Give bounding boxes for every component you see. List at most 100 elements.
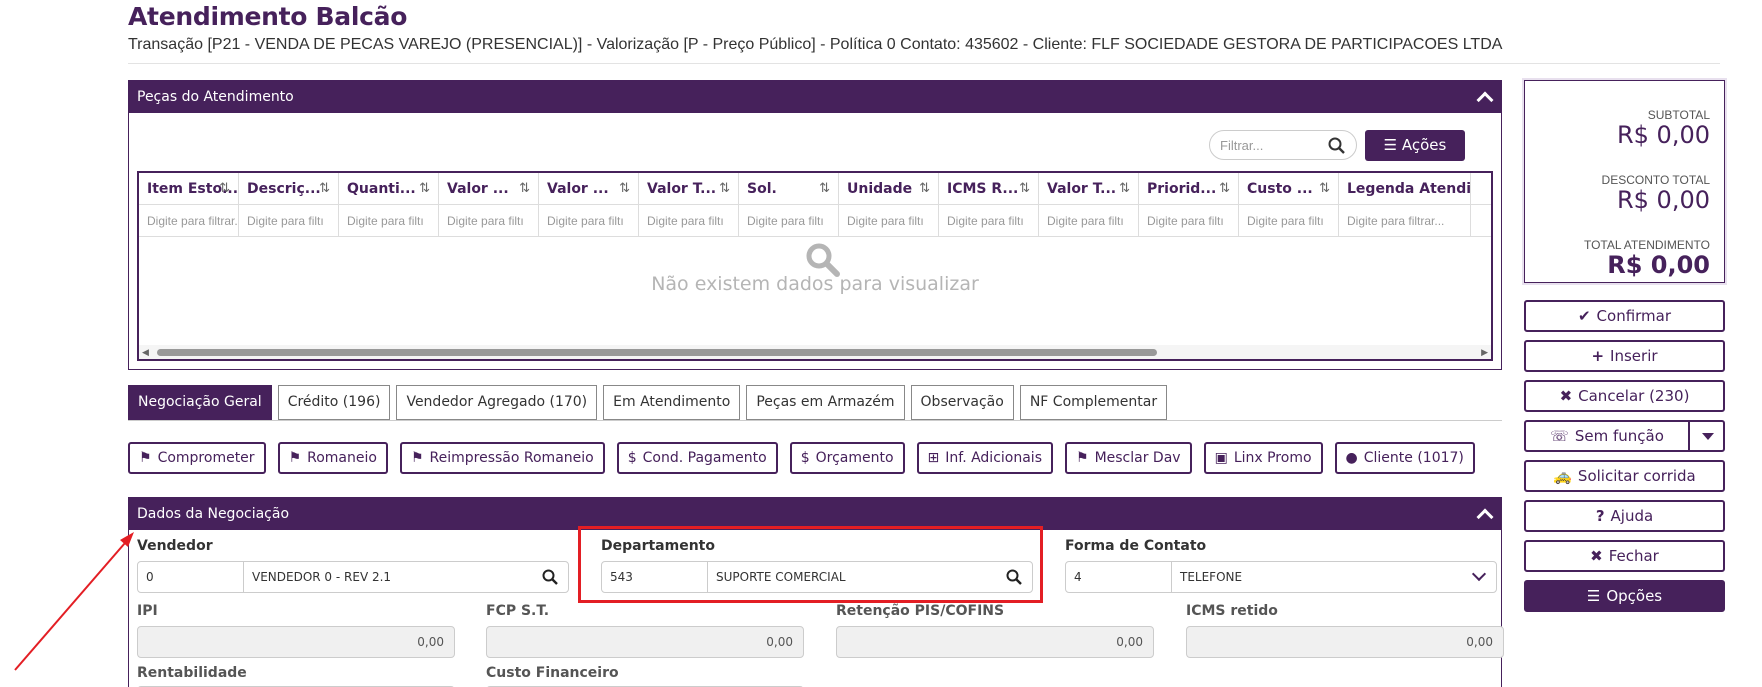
vendedor-desc: VENDEDOR 0 - REV 2.1 — [252, 570, 392, 584]
acoes-button[interactable]: ☰ Ações — [1365, 130, 1465, 161]
sort-icon[interactable]: ⇅ — [419, 173, 430, 204]
filter-placeholder: Filtrar... — [1220, 138, 1264, 153]
flag-icon: ⚑ — [139, 450, 152, 466]
search-icon[interactable] — [1328, 137, 1346, 155]
column-header[interactable]: Valor ... ⇅ — [539, 173, 639, 204]
column-filter-input[interactable]: Digite para filtı — [939, 205, 1039, 236]
sort-icon[interactable]: ⇅ — [319, 173, 330, 204]
column-filter-input[interactable]: Digite para filtı — [739, 205, 839, 236]
scroll-left-icon[interactable]: ◀ — [142, 347, 149, 358]
sem-funcao-button[interactable]: ☏ Sem função — [1524, 420, 1690, 452]
fcp-field: 0,00 — [486, 626, 804, 658]
column-filter-input[interactable]: Digite para filtı — [1139, 205, 1239, 236]
column-header[interactable]: Priorid... ⇅ — [1139, 173, 1239, 204]
column-filter-input[interactable]: Digite para filtı — [239, 205, 339, 236]
sort-icon[interactable]: ⇅ — [919, 173, 930, 204]
inf-adicionais-button[interactable]: ⊞ Inf. Adicionais — [916, 442, 1053, 474]
forma-contato-code[interactable]: 4 — [1066, 562, 1172, 592]
search-icon[interactable] — [542, 569, 558, 585]
column-filter-input[interactable]: Digite para filtrar... — [139, 205, 239, 236]
column-header[interactable]: Valor ... ⇅ — [439, 173, 539, 204]
retencao-label: Retenção PIS/COFINS — [836, 603, 1005, 619]
tab-credito[interactable]: Crédito (196) — [277, 385, 391, 420]
vendedor-field[interactable]: 0 VENDEDOR 0 - REV 2.1 — [137, 561, 569, 593]
column-header[interactable]: Descriç... ⇅ — [239, 173, 339, 204]
check-icon: ✔ — [1577, 307, 1591, 325]
totals-panel: SUBTOTAL R$ 0,00 DESCONTO TOTAL R$ 0,00 … — [1524, 80, 1725, 283]
column-header[interactable]: Quanti... ⇅ — [339, 173, 439, 204]
orcamento-button[interactable]: $ Orçamento — [789, 442, 905, 474]
cond-pagamento-button[interactable]: $ Cond. Pagamento — [616, 442, 778, 474]
mesclar-dav-button[interactable]: ⚑ Mesclar Dav — [1065, 442, 1192, 474]
opcoes-button[interactable]: ☰ Opções — [1524, 580, 1725, 612]
dollar-icon: $ — [627, 450, 637, 466]
reimpressao-romaneio-button[interactable]: ⚑ Reimpressão Romaneio — [399, 442, 605, 474]
user-icon: ● — [1345, 450, 1358, 466]
flag-icon: ⚑ — [1076, 450, 1089, 466]
sem-funcao-dropdown-toggle[interactable] — [1688, 420, 1725, 452]
column-header[interactable]: ICMS R... ⇅ — [939, 173, 1039, 204]
fechar-button[interactable]: ✖ Fechar — [1524, 540, 1725, 572]
cancelar-button[interactable]: ✖ Cancelar (230) — [1524, 380, 1725, 412]
pecas-panel: Peças do Atendimento Filtrar... ☰ Ações … — [128, 80, 1502, 370]
column-header[interactable]: Sol. ⇅ — [739, 173, 839, 204]
column-filter-input[interactable]: Digite para filtrar... — [1339, 205, 1471, 236]
comprometer-button[interactable]: ⚑ Comprometer — [128, 442, 266, 474]
tab-observacao[interactable]: Observação — [910, 385, 1014, 420]
column-header[interactable]: Valor T... ⇅ — [639, 173, 739, 204]
column-header[interactable]: Unidade ⇅ — [839, 173, 939, 204]
column-filter-input[interactable]: Digite para filtı — [639, 205, 739, 236]
pecas-panel-header[interactable]: Peças do Atendimento — [129, 81, 1501, 113]
column-header[interactable]: Item Esto... ⇅ — [139, 173, 239, 204]
money-icon: ▣ — [1214, 450, 1228, 466]
column-filter-input[interactable]: Digite para filtı — [1239, 205, 1339, 236]
column-filter-input[interactable]: Digite para filtı — [339, 205, 439, 236]
inserir-button[interactable]: + Inserir — [1524, 340, 1725, 372]
sort-icon[interactable]: ⇅ — [619, 173, 630, 204]
tab-pecas-em-armazem[interactable]: Peças em Armazém — [746, 385, 905, 420]
column-filter-input[interactable]: Digite para filtı — [539, 205, 639, 236]
page-subtitle: Transação [P21 - VENDA DE PECAS VAREJO (… — [128, 36, 1503, 53]
solicitar-corrida-button[interactable]: 🚕 Solicitar corrida — [1524, 460, 1725, 492]
cliente-button[interactable]: ● Cliente (1017) — [1334, 442, 1475, 474]
scrollbar-thumb[interactable] — [157, 349, 1157, 356]
tab-vendedor-agregado[interactable]: Vendedor Agregado (170) — [396, 385, 598, 420]
chevron-up-icon[interactable] — [1477, 89, 1491, 103]
tab-divider — [128, 420, 1502, 421]
romaneio-button[interactable]: ⚑ Romaneio — [277, 442, 388, 474]
sort-icon[interactable]: ⇅ — [219, 173, 230, 204]
empty-search-icon — [806, 243, 840, 277]
retencao-value: 0,00 — [1116, 635, 1143, 649]
sort-icon[interactable]: ⇅ — [519, 173, 530, 204]
sort-icon[interactable]: ⇅ — [1119, 173, 1130, 204]
vendedor-code[interactable]: 0 — [138, 562, 244, 592]
scroll-right-icon[interactable]: ▶ — [1481, 347, 1488, 358]
chevron-down-icon[interactable] — [1471, 566, 1487, 582]
tab-negociacao-geral[interactable]: Negociação Geral — [128, 385, 272, 420]
tab-nf-complementar[interactable]: NF Complementar — [1019, 385, 1168, 420]
sort-icon[interactable]: ⇅ — [1219, 173, 1230, 204]
column-header[interactable]: Valor T... ⇅ — [1039, 173, 1139, 204]
column-filter-input[interactable]: Digite para filtı — [839, 205, 939, 236]
column-filter-input[interactable]: Digite para filtı — [439, 205, 539, 236]
sort-icon[interactable]: ⇅ — [719, 173, 730, 204]
tab-em-atendimento[interactable]: Em Atendimento — [603, 385, 741, 420]
confirmar-button[interactable]: ✔ Confirmar — [1524, 300, 1725, 332]
sort-icon[interactable]: ⇅ — [1019, 173, 1030, 204]
linx-promo-button[interactable]: ▣ Linx Promo — [1203, 442, 1323, 474]
sort-icon[interactable]: ⇅ — [1319, 173, 1330, 204]
forma-contato-select[interactable]: 4 TELEFONE — [1065, 561, 1497, 593]
column-filter-input[interactable]: Digite para filtı — [1039, 205, 1139, 236]
grid-header-row: Item Esto... ⇅ Descriç... ⇅ Quanti... ⇅ Val… — [139, 173, 1491, 205]
dollar-icon: $ — [800, 450, 810, 466]
ajuda-button[interactable]: ? Ajuda — [1524, 500, 1725, 532]
column-header[interactable]: Custo ... ⇅ — [1239, 173, 1339, 204]
sort-icon[interactable]: ⇅ — [819, 173, 830, 204]
menu-icon: ☰ — [1383, 136, 1398, 154]
plus-square-icon: ⊞ — [927, 450, 940, 466]
filter-input[interactable]: Filtrar... — [1209, 130, 1357, 160]
chevron-up-icon[interactable] — [1477, 506, 1491, 520]
column-header[interactable]: Legenda Atendime — [1339, 173, 1471, 204]
ipi-value: 0,00 — [417, 635, 444, 649]
horizontal-scrollbar[interactable]: ◀ ▶ — [139, 345, 1491, 359]
